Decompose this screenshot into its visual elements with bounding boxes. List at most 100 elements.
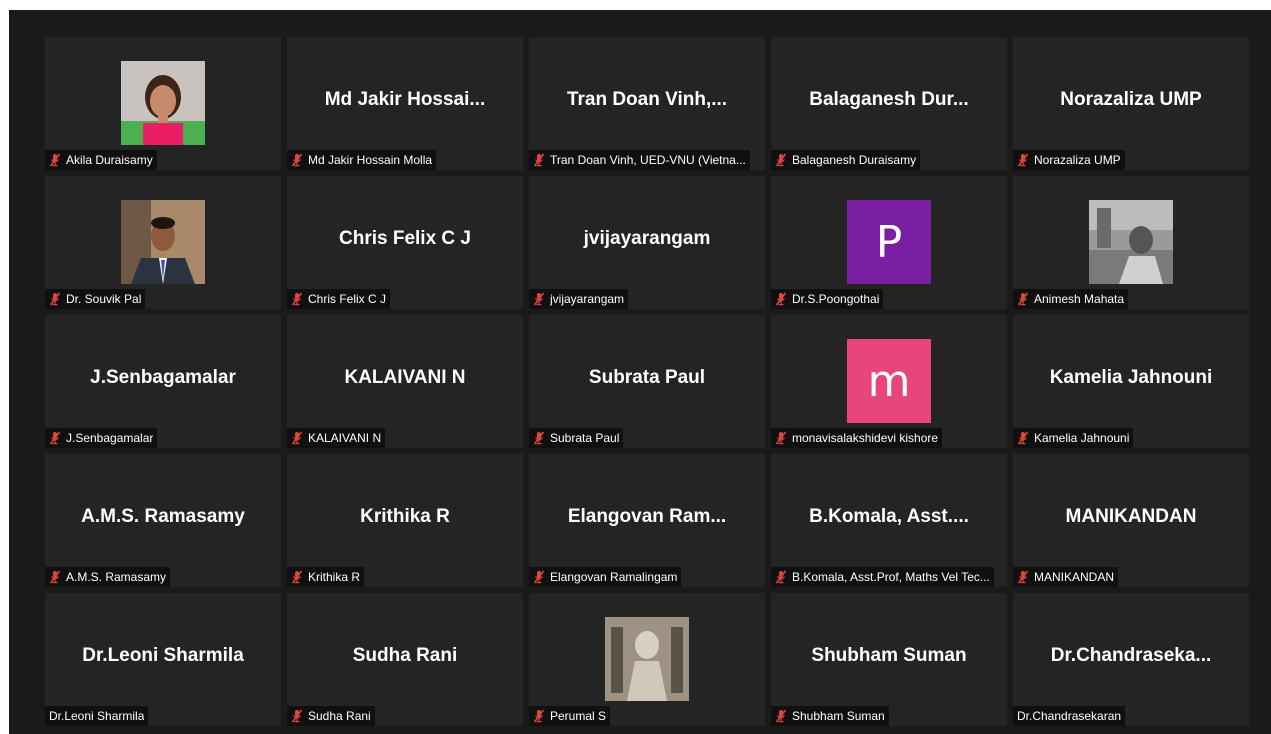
participant-name-tag: B.Komala, Asst.Prof, Maths Vel Tec... <box>771 567 994 587</box>
participant-tile[interactable]: Kamelia Jahnouni Kamelia Jahnouni <box>1013 315 1249 448</box>
participant-display-name: Dr.Chandraseka... <box>1050 645 1212 666</box>
participant-name-tag: monavisalakshidevi kishore <box>771 428 943 448</box>
participant-tile[interactable]: Dr. Souvik Pal <box>45 176 281 309</box>
participant-name-label: Dr.Leoni Sharmila <box>49 709 145 723</box>
microphone-muted-icon <box>291 292 303 306</box>
participant-tile[interactable]: Norazaliza UMP Norazaliza UMP <box>1013 37 1249 170</box>
participant-tile[interactable]: A.M.S. Ramasamy A.M.S. Ramasamy <box>45 454 281 587</box>
microphone-muted-icon <box>533 431 545 445</box>
microphone-muted-icon <box>291 431 303 445</box>
participant-name-label: KALAIVANI N <box>308 431 382 445</box>
participant-tile[interactable]: Dr.Leoni Sharmila Dr.Leoni Sharmila <box>45 593 281 726</box>
participant-display-name: A.M.S. Ramasamy <box>81 506 245 527</box>
participant-tile[interactable]: Tran Doan Vinh,... Tran Doan Vinh, UED-VN… <box>529 37 765 170</box>
participant-name-tag: Sudha Rani <box>287 706 375 726</box>
participant-display-name: Md Jakir Hossai... <box>324 89 486 110</box>
participant-tile[interactable]: Animesh Mahata <box>1013 176 1249 309</box>
participant-name-label: Dr.S.Poongothai <box>792 292 880 306</box>
participant-name-label: Dr. Souvik Pal <box>66 292 142 306</box>
participant-display-name: Kamelia Jahnouni <box>1049 367 1213 388</box>
participant-name-tag: MANIKANDAN <box>1013 567 1119 587</box>
microphone-muted-icon <box>775 292 787 306</box>
participant-display-name: Tran Doan Vinh,... <box>566 89 728 110</box>
participant-tile[interactable]: jvijayarangam jvijayarangam <box>529 176 765 309</box>
participant-name-label: Shubham Suman <box>792 709 885 723</box>
participant-name-label: Subrata Paul <box>550 431 620 445</box>
participant-name-tag: Dr. Souvik Pal <box>45 289 146 309</box>
microphone-muted-icon <box>1017 153 1029 167</box>
participant-photo <box>1089 200 1173 284</box>
participant-name-label: Perumal S <box>550 709 607 723</box>
participant-display-name: Dr.Leoni Sharmila <box>82 645 244 666</box>
participant-name-label: Tran Doan Vinh, UED-VNU (Vietna... <box>550 153 746 167</box>
participant-tile[interactable]: KALAIVANI N KALAIVANI N <box>287 315 523 448</box>
participant-tile[interactable]: Shubham Suman Shubham Suman <box>771 593 1007 726</box>
participant-tile[interactable]: Krithika R Krithika R <box>287 454 523 587</box>
participant-name-label: Sudha Rani <box>308 709 371 723</box>
participant-display-name: B.Komala, Asst.... <box>809 506 969 527</box>
participant-name-tag: A.M.S. Ramasamy <box>45 567 171 587</box>
participant-tile[interactable]: B.Komala, Asst.... B.Komala, Asst.Prof, M… <box>771 454 1007 587</box>
participant-name-tag: Kamelia Jahnouni <box>1013 428 1134 448</box>
participant-name-tag: J.Senbagamalar <box>45 428 158 448</box>
participant-name-label: MANIKANDAN <box>1034 570 1115 584</box>
participant-name-label: B.Komala, Asst.Prof, Maths Vel Tec... <box>792 570 990 584</box>
participant-name-tag: Subrata Paul <box>529 428 624 448</box>
participant-grid: Akila Duraisamy Md Jakir Hossai... Md Jaki… <box>45 37 1249 726</box>
participant-name-tag: Dr.Chandrasekaran <box>1013 706 1126 726</box>
participant-name-tag: Tran Doan Vinh, UED-VNU (Vietna... <box>529 150 750 170</box>
microphone-muted-icon <box>49 431 61 445</box>
microphone-muted-icon <box>1017 292 1029 306</box>
participant-avatar: P <box>847 200 931 284</box>
microphone-muted-icon <box>1017 570 1029 584</box>
participant-name-tag: Perumal S <box>529 706 611 726</box>
participant-tile[interactable]: Md Jakir Hossai... Md Jakir Hossain Molla <box>287 37 523 170</box>
participant-tile[interactable]: P Dr.S.Poongothai <box>771 176 1007 309</box>
participant-name-label: Chris Felix C J <box>308 292 387 306</box>
microphone-muted-icon <box>533 292 545 306</box>
participant-display-name: MANIKANDAN <box>1065 506 1197 527</box>
participant-name-label: J.Senbagamalar <box>66 431 154 445</box>
participant-tile[interactable]: Subrata Paul Subrata Paul <box>529 315 765 448</box>
participant-tile[interactable]: m monavisalakshidevi kishore <box>771 315 1007 448</box>
microphone-muted-icon <box>775 153 787 167</box>
participant-tile[interactable]: Akila Duraisamy <box>45 37 281 170</box>
participant-display-name: Subrata Paul <box>588 367 706 388</box>
microphone-muted-icon <box>291 153 303 167</box>
participant-name-tag: Md Jakir Hossain Molla <box>287 150 437 170</box>
microphone-muted-icon <box>775 431 787 445</box>
participant-name-tag: Shubham Suman <box>771 706 889 726</box>
participant-tile[interactable]: Sudha Rani Sudha Rani <box>287 593 523 726</box>
participant-photo <box>605 617 689 701</box>
participant-name-tag: Krithika R <box>287 567 365 587</box>
participant-display-name: Sudha Rani <box>352 645 458 666</box>
participant-tile[interactable]: Balaganesh Dur... Balaganesh Duraisamy <box>771 37 1007 170</box>
participant-name-tag: Norazaliza UMP <box>1013 150 1125 170</box>
microphone-muted-icon <box>533 570 545 584</box>
participant-name-label: Norazaliza UMP <box>1034 153 1121 167</box>
participant-tile[interactable]: Dr.Chandraseka... Dr.Chandrasekaran <box>1013 593 1249 726</box>
microphone-muted-icon <box>1017 431 1029 445</box>
participant-name-tag: Dr.S.Poongothai <box>771 289 884 309</box>
participant-display-name: J.Senbagamalar <box>90 367 236 388</box>
participant-tile[interactable]: Elangovan Ram... Elangovan Ramalingam <box>529 454 765 587</box>
participant-display-name: Krithika R <box>360 506 450 527</box>
participant-name-label: Md Jakir Hossain Molla <box>308 153 433 167</box>
participant-tile[interactable]: J.Senbagamalar J.Senbagamalar <box>45 315 281 448</box>
participant-name-tag: KALAIVANI N <box>287 428 386 448</box>
participant-tile[interactable]: Perumal S <box>529 593 765 726</box>
participant-name-label: Akila Duraisamy <box>66 153 153 167</box>
participant-display-name: Elangovan Ram... <box>567 506 727 527</box>
microphone-muted-icon <box>291 709 303 723</box>
participant-tile[interactable]: MANIKANDAN MANIKANDAN <box>1013 454 1249 587</box>
participant-name-label: Krithika R <box>308 570 361 584</box>
microphone-muted-icon <box>533 709 545 723</box>
participant-name-label: Balaganesh Duraisamy <box>792 153 917 167</box>
participant-name-tag: Animesh Mahata <box>1013 289 1129 309</box>
participant-photo <box>121 200 205 284</box>
participant-display-name: Chris Felix C J <box>339 228 471 249</box>
participant-tile[interactable]: Chris Felix C J Chris Felix C J <box>287 176 523 309</box>
participant-name-tag: Balaganesh Duraisamy <box>771 150 921 170</box>
participant-name-tag: jvijayarangam <box>529 289 629 309</box>
participant-name-label: monavisalakshidevi kishore <box>792 431 939 445</box>
